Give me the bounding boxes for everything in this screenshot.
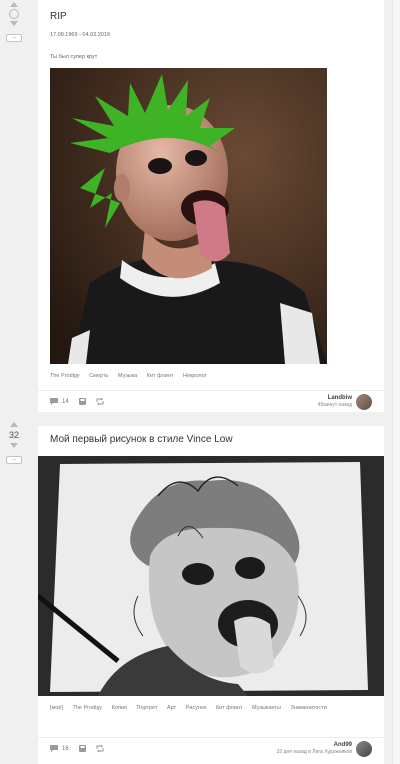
story-footer: 14 Landbiw 45минут назад: [38, 390, 384, 412]
tag[interactable]: Кит флинт: [216, 702, 243, 714]
comment-icon: [50, 398, 58, 405]
story-title[interactable]: RIP: [50, 11, 67, 22]
story-drawing[interactable]: [38, 456, 384, 696]
downvote-icon[interactable]: [10, 443, 18, 448]
comment-count: 14: [62, 398, 69, 405]
collapse-button[interactable]: –: [6, 34, 22, 42]
story-title[interactable]: Мой первый рисунок в стиле Vince Low: [50, 434, 233, 445]
avatar[interactable]: [356, 393, 372, 410]
comments-button[interactable]: 16: [50, 745, 69, 752]
tag[interactable]: Портрет: [137, 702, 158, 714]
story-caption: Ты был супер крут: [50, 54, 98, 60]
save-button[interactable]: [78, 398, 86, 405]
right-sidebar-edge: [392, 0, 400, 764]
share-button[interactable]: [96, 745, 104, 752]
story-card: RIP 17.08.1969 - 04.03.2019 Ты был супер…: [38, 0, 384, 412]
rating-rail-2: 32 –: [0, 422, 28, 464]
tag-list: The Prodigy Смерть Музыка Кит флинт Некр…: [50, 370, 372, 382]
rating-rail-1: –: [0, 0, 28, 60]
downvote-icon[interactable]: [10, 21, 18, 26]
comment-count: 16: [62, 745, 69, 752]
collapse-button[interactable]: –: [6, 456, 22, 464]
share-icon: [96, 745, 104, 752]
story-photo[interactable]: [50, 68, 327, 364]
share-button[interactable]: [96, 398, 104, 405]
upvote-icon[interactable]: [10, 422, 18, 427]
author-name[interactable]: And99: [277, 742, 352, 749]
story-dates: 17.08.1969 - 04.03.2019: [50, 32, 110, 38]
drawing-portrait: [38, 456, 384, 696]
story-rating: 32: [8, 430, 19, 440]
post-time: 45минут назад: [317, 401, 352, 408]
tag[interactable]: [моё]: [50, 702, 63, 714]
tag-list: [моё] The Prodigy Копия Портрет Арт Рису…: [50, 702, 372, 714]
save-button[interactable]: [78, 745, 86, 752]
tag[interactable]: Рисунок: [186, 702, 207, 714]
tag[interactable]: Музыка: [118, 370, 137, 382]
author-name[interactable]: Landbiw: [318, 395, 352, 402]
tag[interactable]: The Prodigy: [73, 702, 103, 714]
rating-circle-icon: [9, 9, 19, 19]
story-footer: 16 And99 32 дня назад в Лига Художников: [38, 737, 384, 759]
tag[interactable]: Копия: [112, 702, 127, 714]
story-card: Мой первый рисунок в стиле Vince Low [мо…: [38, 426, 384, 764]
save-icon: [78, 398, 86, 405]
author-info[interactable]: And99 32 дня назад в Лига Художников: [277, 742, 352, 756]
avatar[interactable]: [356, 740, 372, 757]
share-icon: [96, 398, 104, 405]
tag[interactable]: Музыканты: [252, 702, 281, 714]
tag[interactable]: Кит флинт: [147, 370, 174, 382]
comments-button[interactable]: 14: [50, 398, 69, 405]
upvote-icon[interactable]: [10, 2, 18, 7]
photo-portrait: [50, 68, 327, 364]
tag[interactable]: Знаменитости: [291, 702, 327, 714]
tag[interactable]: Смерть: [89, 370, 108, 382]
author-info[interactable]: Landbiw 45минут назад: [318, 395, 352, 409]
tag[interactable]: The Prodigy: [50, 370, 80, 382]
tag[interactable]: Некролог: [183, 370, 207, 382]
tag[interactable]: Арт: [167, 702, 176, 714]
post-time: 32 дня назад в Лига Художников: [276, 748, 352, 755]
save-icon: [78, 745, 86, 752]
comment-icon: [50, 745, 58, 752]
